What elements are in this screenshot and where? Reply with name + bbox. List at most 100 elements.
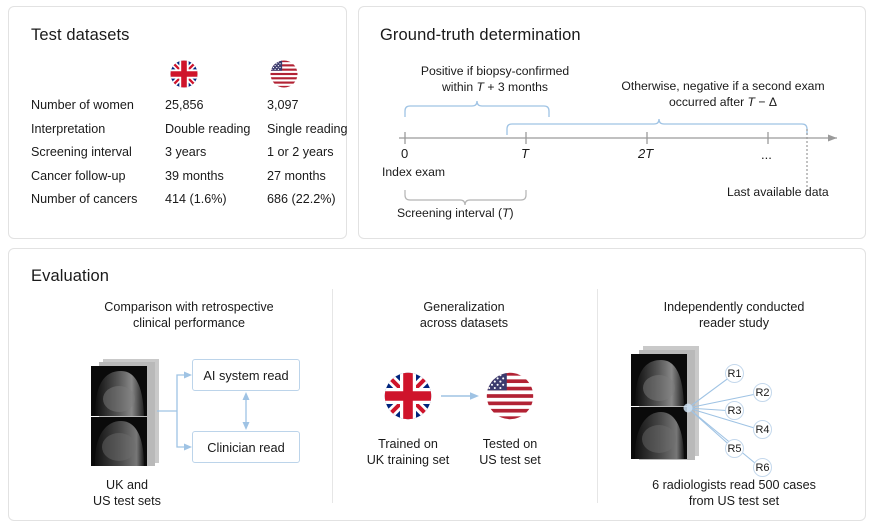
reader-badge-r5[interactable]: R5 <box>725 439 744 458</box>
table-row: Interpretation Double reading Single rea… <box>31 122 362 146</box>
ai-system-read-label: AI system read <box>203 367 289 383</box>
timeline-arrow-head <box>828 134 837 142</box>
reader-label-r6: R6 <box>755 461 770 474</box>
tick-label-0: 0 <box>401 146 409 161</box>
page-title-evaluation: Evaluation <box>31 267 110 285</box>
reader-badge-r3[interactable]: R3 <box>725 401 744 420</box>
arrow-uk-to-us-head <box>470 392 479 400</box>
reader-badge-r4[interactable]: R4 <box>753 420 772 439</box>
row-label: Number of cancers <box>31 192 138 206</box>
caption-tested-line2: US test set <box>479 453 541 467</box>
divider-1 <box>332 289 333 503</box>
uk-flag-icon-generalization <box>384 372 432 420</box>
subtitle-comparison: Comparison with retrospective clinical p… <box>69 299 309 331</box>
subtitle-comparison-line2: clinical performance <box>133 316 245 330</box>
panel-test-datasets: Test datasets Number of women 25,856 3,0… <box>8 6 348 239</box>
annotation-positive-line1: Positive if biopsy-confirmed <box>420 64 570 78</box>
arrowhead-compare-down <box>242 422 250 430</box>
caption-uk-us-line1: UK and <box>105 478 148 492</box>
row-label: Interpretation <box>31 121 106 136</box>
annotation-positive-line2-pre: within <box>441 79 477 94</box>
caption-tested-line1: Tested on <box>482 437 538 451</box>
clinician-read-box[interactable]: Clinician read <box>192 431 300 463</box>
arrowhead-clinician <box>184 443 192 451</box>
row-us-value: 27 months <box>267 168 326 183</box>
index-exam-label: Index exam <box>382 165 446 179</box>
arrowhead-ai <box>184 371 192 379</box>
mammogram-stack-reader-study <box>631 346 703 471</box>
us-flag-icon-generalization <box>486 372 534 420</box>
reader-label-r4: R4 <box>755 423 770 436</box>
reader-label-r3: R3 <box>727 404 742 417</box>
row-label: Number of women <box>31 98 134 112</box>
caption-uk-us-test-sets: UK and US test sets <box>67 477 187 509</box>
last-available-data-label: Last available data <box>727 185 829 199</box>
row-uk-value: Double reading <box>165 121 251 136</box>
panel-ground-truth: Ground-truth determination Positive if b… <box>358 6 866 239</box>
row-label: Screening interval <box>31 145 132 159</box>
row-uk-value: 3 years <box>165 145 207 159</box>
annotation-negative-line2-post: − Δ <box>755 94 778 109</box>
row-us-value: Single reading <box>267 121 348 136</box>
row-label: Cancer follow-up <box>31 168 126 183</box>
tick-label-ellipsis: ... <box>761 147 772 162</box>
caption-reader-line2: from US test set <box>688 494 780 508</box>
brace-negative <box>506 118 808 135</box>
reader-label-r2: R2 <box>755 386 770 399</box>
us-flag-icon <box>270 60 298 88</box>
connector-to-ai <box>176 374 185 411</box>
annotation-negative: Otherwise, negative if a second exam occ… <box>599 79 847 110</box>
annotation-positive-line2-post: + 3 months <box>483 79 549 94</box>
annotation-negative-var: T <box>747 94 755 109</box>
ai-system-read-box[interactable]: AI system read <box>192 359 300 391</box>
brace-screening-interval <box>404 190 527 206</box>
table-row: Number of women 25,856 3,097 <box>31 98 362 122</box>
row-uk-value: 25,856 <box>165 98 204 112</box>
page-title-test-datasets: Test datasets <box>31 26 130 44</box>
reader-label-r1: R1 <box>727 367 742 380</box>
connector-to-clinician <box>176 411 185 448</box>
mammogram-images-reader <box>631 346 699 460</box>
table-row: Cancer follow-up 39 months 27 months <box>31 169 362 193</box>
caption-uk-us-line2: US test sets <box>93 494 161 508</box>
tick-label-2T: 2T <box>638 146 654 161</box>
caption-reader-line1: 6 radiologists read 500 cases <box>652 478 816 492</box>
screening-interval-label: Screening interval (T) <box>397 206 514 220</box>
reader-badge-r2[interactable]: R2 <box>753 383 772 402</box>
page-title-ground-truth: Ground-truth determination <box>380 26 581 44</box>
row-uk-value: 414 (1.6%) <box>165 192 227 206</box>
datasets-table: Number of women 25,856 3,097 Interpretat… <box>31 98 362 216</box>
caption-trained-on-uk: Trained on UK training set <box>352 436 464 468</box>
table-row: Screening interval 3 years 1 or 2 years <box>31 145 362 169</box>
tick-label-T: T <box>521 146 529 161</box>
reader-badge-r1[interactable]: R1 <box>725 364 744 383</box>
subtitle-reader-study: Independently conducted reader study <box>614 299 854 331</box>
annotation-negative-line1: Otherwise, negative if a second exam <box>621 79 825 93</box>
uk-flag-icon <box>170 60 198 88</box>
annotation-positive: Positive if biopsy-confirmed within T + … <box>389 64 601 95</box>
caption-tested-on-us: Tested on US test set <box>462 436 558 468</box>
caption-trained-line2: UK training set <box>366 453 450 467</box>
caption-trained-line1: Trained on <box>378 437 438 451</box>
subtitle-comparison-line1: Comparison with retrospective <box>104 300 274 314</box>
annotation-negative-line2-pre: occurred after <box>668 94 748 109</box>
subtitle-reader-line2: reader study <box>698 316 769 330</box>
clinician-read-label: Clinician read <box>207 439 285 455</box>
mammogram-images <box>91 359 159 466</box>
table-row: Number of cancers 414 (1.6%) 686 (22.2%) <box>31 192 362 216</box>
mammogram-stack-uk-us <box>91 359 163 474</box>
divider-2 <box>597 289 598 503</box>
subtitle-generalization-line1: Generalization <box>423 300 505 314</box>
row-uk-value: 39 months <box>165 168 224 183</box>
caption-reader-study: 6 radiologists read 500 cases from US te… <box>609 477 859 509</box>
annotation-positive-var: T <box>476 79 484 94</box>
screening-interval-label-post: ) <box>509 206 514 220</box>
subtitle-generalization-line2: across datasets <box>419 316 509 330</box>
brace-positive <box>404 100 550 117</box>
subtitle-generalization: Generalization across datasets <box>354 299 574 331</box>
panel-evaluation: Evaluation Comparison with retrospective… <box>8 248 866 521</box>
row-us-value: 686 (22.2%) <box>267 192 336 206</box>
arrowhead-compare-up <box>242 392 250 400</box>
subtitle-reader-line1: Independently conducted <box>663 300 805 314</box>
reader-badge-r6[interactable]: R6 <box>753 458 772 477</box>
